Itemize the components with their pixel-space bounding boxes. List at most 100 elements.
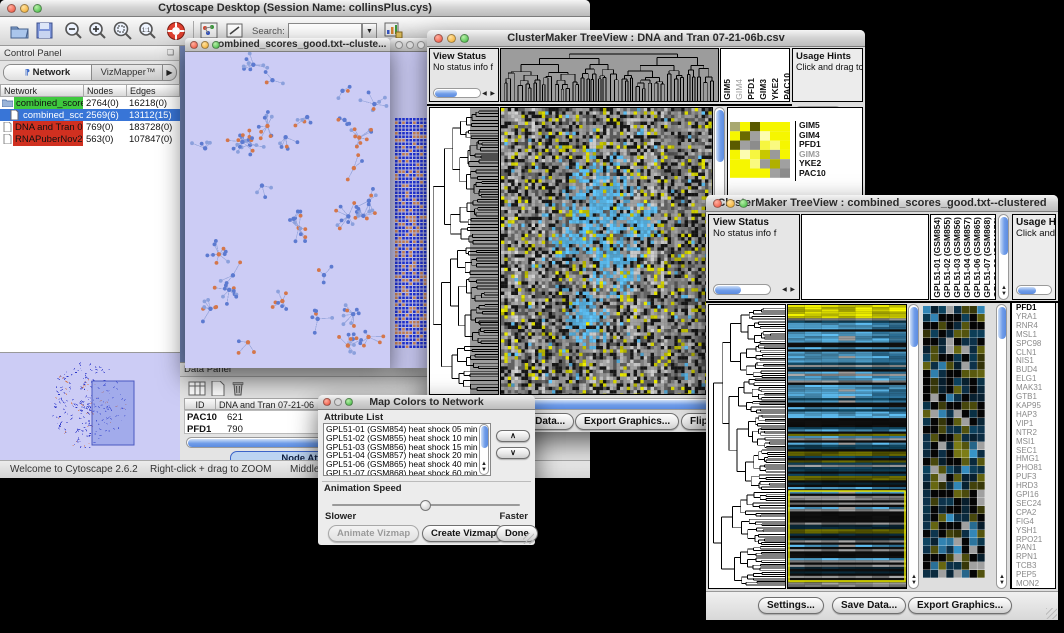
- tv2-export-graphics-button[interactable]: Export Graphics...: [908, 597, 1012, 614]
- tv2-usage-scrollbar[interactable]: [1016, 285, 1052, 295]
- tv1-column-gene-label[interactable]: GIM5: [723, 79, 732, 100]
- tv1-usage-line: Click and drag tc: [793, 62, 862, 72]
- tv2-column-labels: GPL51-01 (GSM854)GPL51-02 (GSM855)GPL51-…: [930, 214, 996, 300]
- move-down-button[interactable]: ∨: [496, 447, 530, 459]
- col-network[interactable]: Network: [0, 84, 84, 97]
- treeview2-title: ClusterMaker TreeView : combined_scores_…: [717, 197, 1046, 209]
- tv1-view-status-panel: View Status No status info f ◀ ▶: [429, 48, 499, 102]
- delete-attribute-icon[interactable]: [231, 380, 245, 396]
- zoom-selected-icon[interactable]: [112, 21, 134, 41]
- folder-icon: [2, 98, 13, 107]
- tv2-gene-item[interactable]: MON2: [1016, 580, 1055, 589]
- document-icon: [3, 122, 12, 132]
- tv2-column-label[interactable]: GPL51-03 (GSM856): [953, 217, 962, 298]
- tv1-usage-hints-panel: Usage Hints Click and drag tc: [792, 48, 863, 102]
- tv2-column-label[interactable]: GPL51-01 (GSM854): [933, 217, 942, 298]
- animate-vizmap-button[interactable]: Animate Vizmap: [328, 525, 419, 542]
- tv1-column-gene-label[interactable]: GIM4: [735, 79, 744, 100]
- open-folder-icon[interactable]: [10, 22, 29, 39]
- save-icon[interactable]: [36, 22, 53, 39]
- resize-grip[interactable]: [523, 533, 534, 544]
- tv2-heatmap-vscrollbar[interactable]: ▲▼: [908, 304, 919, 589]
- data-row-id[interactable]: PFD1: [185, 423, 221, 436]
- resize-grip[interactable]: [1046, 608, 1057, 619]
- zoom-in-icon[interactable]: [88, 21, 108, 41]
- tv2-column-label[interactable]: GPL51-04 (GSM857): [963, 217, 972, 298]
- float-panel-icon[interactable]: ❏: [167, 48, 174, 57]
- scroll-arrows[interactable]: ◀ ▶: [782, 286, 796, 293]
- tv2-row-dendrogram[interactable]: [708, 304, 786, 589]
- tv1-column-gene-label[interactable]: PAC10: [783, 73, 790, 100]
- net1-titlebar[interactable]: combined_scores_good.txt--cluste...: [185, 38, 390, 52]
- data-col-id[interactable]: ID: [184, 398, 216, 410]
- network-edges: 107847(0): [127, 133, 180, 146]
- new-attribute-icon[interactable]: [211, 381, 225, 396]
- tv2-column-label[interactable]: GPL51-08 (GSM872): [993, 217, 996, 298]
- attribute-browser-icon[interactable]: [384, 22, 403, 39]
- move-up-button[interactable]: ∧: [496, 430, 530, 442]
- dialog-titlebar[interactable]: Map Colors to Network: [318, 395, 535, 410]
- tv1-column-gene-label[interactable]: YKE2: [771, 78, 780, 100]
- slider-thumb[interactable]: [420, 500, 431, 511]
- minimize-icon: [406, 41, 414, 49]
- tab-network[interactable]: ⁋ Network: [4, 65, 92, 81]
- tv2-heatmap[interactable]: [787, 304, 907, 589]
- tv2-collabels-vscrollbar[interactable]: ▲▼: [998, 214, 1009, 300]
- data-row-value[interactable]: 790: [225, 423, 285, 436]
- attribute-list: GPL51-01 (GSM854) heat shock 05 minGPL51…: [323, 423, 491, 476]
- search-dropdown-button[interactable]: ▼: [362, 23, 377, 39]
- tv1-heatmap[interactable]: [500, 107, 713, 395]
- zoom-fit-icon[interactable]: 1:1: [138, 21, 158, 41]
- minimize-icon: [20, 4, 29, 13]
- annotation-icon[interactable]: [226, 22, 244, 39]
- tv1-row-dendrogram[interactable]: [429, 107, 499, 395]
- main-titlebar[interactable]: Cytoscape Desktop (Session Name: collins…: [0, 0, 590, 17]
- net2-titlebar[interactable]: [390, 38, 430, 52]
- network-row[interactable]: DNA and Tran 07 769(0) 183728(0): [0, 121, 180, 133]
- network-row[interactable]: RNAPuberNov2+| 563(0) 107847(0): [0, 133, 180, 145]
- tv2-zoom-heatmap[interactable]: [923, 306, 985, 578]
- tv1-export-graphics-button[interactable]: Export Graphics...: [575, 413, 679, 430]
- window-controls[interactable]: [7, 4, 42, 13]
- attribute-list-vscrollbar[interactable]: ▲▼: [479, 424, 489, 475]
- network-row[interactable]: combined_sco 2569(6) 13112(15): [0, 109, 180, 121]
- tv2-status-scrollbar[interactable]: [713, 284, 771, 295]
- network-canvas[interactable]: [185, 52, 390, 368]
- search-input[interactable]: [288, 23, 362, 39]
- tv1-column-gene-label[interactable]: PFD1: [747, 78, 756, 100]
- tab-vizmapper[interactable]: VizMapper™: [92, 65, 164, 81]
- desktop: Cytoscape Desktop (Session Name: collins…: [0, 0, 1064, 633]
- animation-speed-slider[interactable]: [332, 500, 520, 510]
- scroll-arrows[interactable]: ◀ ▶: [482, 90, 496, 97]
- tv2-genes-vscrollbar[interactable]: ▲▼: [996, 304, 1007, 589]
- tv2-settings-button[interactable]: Settings...: [758, 597, 824, 614]
- col-edges[interactable]: Edges: [126, 84, 180, 97]
- status-zoom-hint: Right-click + drag to ZOOM: [150, 464, 271, 475]
- attribute-list-item[interactable]: GPL51-07 (GSM868) heat shock 60 min: [326, 469, 488, 476]
- tv1-status-scrollbar[interactable]: [433, 88, 481, 98]
- create-vizmap-button[interactable]: Create Vizmap: [422, 525, 505, 542]
- network-row[interactable]: combined_scores 2764(0) 16218(0): [0, 97, 180, 109]
- tv2-column-label[interactable]: GPL51-06 (GSM865): [973, 217, 982, 298]
- tabs-overflow-button[interactable]: ▶: [162, 65, 176, 81]
- attribute-select-icon[interactable]: [188, 381, 206, 396]
- tv1-matrix-gene[interactable]: PAC10: [799, 169, 861, 179]
- network-canvas-dense[interactable]: [390, 52, 430, 368]
- treeview2-titlebar[interactable]: ClusterMaker TreeView : combined_scores_…: [706, 195, 1058, 212]
- treeview1-titlebar[interactable]: ClusterMaker TreeView : DNA and Tran 07-…: [427, 30, 865, 47]
- col-nodes[interactable]: Nodes: [83, 84, 127, 97]
- tv1-column-gene-label[interactable]: GIM3: [759, 79, 768, 100]
- network-overview-icon[interactable]: [200, 22, 218, 39]
- tv2-save-data-button[interactable]: Save Data...: [832, 597, 906, 614]
- minimize-icon: [201, 41, 209, 49]
- tv2-column-label[interactable]: GPL51-07 (GSM868): [983, 217, 992, 298]
- tv1-column-dendrogram[interactable]: [500, 48, 719, 102]
- minimize-icon: [447, 34, 456, 43]
- help-lifebuoy-icon[interactable]: [166, 21, 186, 41]
- tv1-correlation-matrix[interactable]: [730, 122, 790, 178]
- tv2-column-label[interactable]: GPL51-02 (GSM855): [943, 217, 952, 298]
- minimize-icon: [334, 398, 342, 406]
- tv2-column-dendrogram[interactable]: [801, 214, 929, 300]
- zoom-out-icon[interactable]: [64, 21, 84, 41]
- network-overview-panel[interactable]: [0, 352, 180, 460]
